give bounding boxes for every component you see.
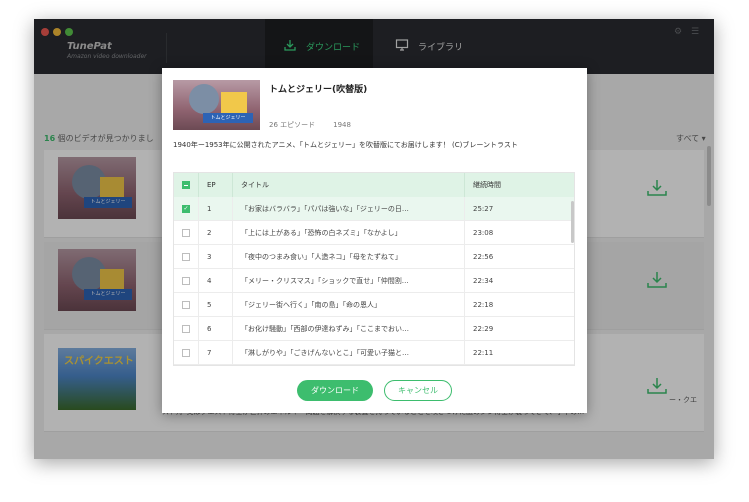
episode-number: 6 (198, 316, 232, 341)
episode-table: EP タイトル 継続時間 ✓ 1 「お家はバラバラ」「パパは強いな」「ジェリーの日…… (173, 172, 575, 366)
column-ep: EP (198, 173, 232, 197)
table-row[interactable]: 3 「夜中のつまみ食い」「人造ネコ」「母をたずねて」 22:56 (174, 244, 574, 269)
episode-duration: 22:34 (464, 268, 560, 293)
episode-title: 「ジェリー街へ行く」「南の島」「命の恩人」 (232, 292, 464, 317)
column-duration: 継続時間 (464, 173, 560, 197)
episode-checkbox[interactable] (182, 348, 190, 357)
episode-duration: 22:29 (464, 316, 560, 341)
episode-number: 4 (198, 268, 232, 293)
dialog-title: トムとジェリー(吹替版) (269, 85, 368, 95)
column-title: タイトル (232, 173, 464, 197)
table-scrollbar[interactable] (571, 201, 574, 243)
episode-duration: 25:27 (464, 196, 560, 221)
download-button[interactable]: ダウンロード (297, 380, 373, 401)
episode-number: 3 (198, 244, 232, 269)
episode-duration: 22:11 (464, 340, 560, 365)
episode-checkbox[interactable]: ✓ (182, 204, 190, 213)
episode-title: 「メリー・クリスマス」「ショックで直せ」「仲間割… (232, 268, 464, 293)
episode-number: 1 (198, 196, 232, 221)
cancel-button[interactable]: キャンセル (384, 380, 452, 401)
episode-number: 2 (198, 220, 232, 245)
episode-duration: 22:18 (464, 292, 560, 317)
table-row[interactable]: 7 「淋しがりや」「ごきげんないとこ」「可愛い子猫と… 22:11 (174, 340, 574, 365)
table-header: EP タイトル 継続時間 (174, 173, 574, 197)
episode-checkbox[interactable] (182, 228, 190, 237)
episode-checkbox[interactable] (182, 300, 190, 309)
thumbnail-banner: トムとジェリー (203, 113, 253, 123)
episode-duration: 23:08 (464, 220, 560, 245)
episode-title: 「上には上がある」「恐怖の白ネズミ」「なかよし」 (232, 220, 464, 245)
select-all-checkbox[interactable] (182, 181, 190, 189)
episode-checkbox[interactable] (182, 276, 190, 285)
table-row[interactable]: 6 「お化け騒動」「西部の伊達ねずみ」「ここまでおい… 22:29 (174, 316, 574, 341)
episode-title: 「お化け騒動」「西部の伊達ねずみ」「ここまでおい… (232, 316, 464, 341)
episode-duration: 22:56 (464, 244, 560, 269)
episode-checkbox[interactable] (182, 324, 190, 333)
dialog-thumbnail: トムとジェリー (173, 80, 260, 130)
table-row[interactable]: 5 「ジェリー街へ行く」「南の島」「命の恩人」 22:18 (174, 292, 574, 317)
dialog-meta: 26 エピソード 1948 (269, 121, 351, 129)
episode-number: 7 (198, 340, 232, 365)
episode-checkbox[interactable] (182, 252, 190, 261)
episode-number: 5 (198, 292, 232, 317)
episode-title: 「淋しがりや」「ごきげんないとこ」「可愛い子猫と… (232, 340, 464, 365)
episode-title: 「夜中のつまみ食い」「人造ネコ」「母をたずねて」 (232, 244, 464, 269)
episode-dialog: トムとジェリー トムとジェリー(吹替版) 26 エピソード 1948 1940年ー… (162, 68, 587, 413)
table-row[interactable]: 2 「上には上がある」「恐怖の白ネズミ」「なかよし」 23:08 (174, 220, 574, 245)
table-row[interactable]: ✓ 1 「お家はバラバラ」「パパは強いな」「ジェリーの日… 25:27 (174, 196, 574, 221)
table-row[interactable]: 4 「メリー・クリスマス」「ショックで直せ」「仲間割… 22:34 (174, 268, 574, 293)
episode-title: 「お家はバラバラ」「パパは強いな」「ジェリーの日… (232, 196, 464, 221)
dialog-description: 1940年ー1953年に公開されたアニメ、「トムとジェリー」を吹替版にてお届けし… (173, 141, 518, 149)
